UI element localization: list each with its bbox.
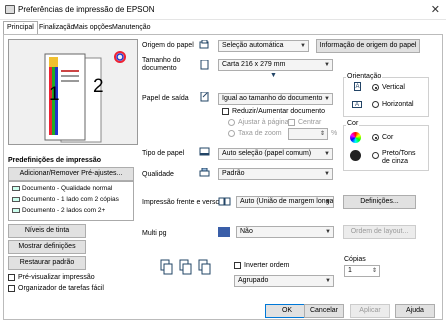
duplex-settings-button[interactable]: Definições... — [343, 195, 416, 209]
zoom-ratio-label: Taxa de zoom — [238, 130, 282, 137]
grayscale-icon — [350, 150, 361, 161]
quality-label: Qualidade — [142, 171, 174, 178]
apply-button[interactable]: Aplicar — [350, 304, 390, 318]
add-remove-presets-button[interactable]: Adicionar/Remover Pré-ajustes... — [8, 167, 134, 181]
document-size-label-line1: Tamanho do — [142, 57, 181, 64]
paper-source-select[interactable]: Seleção automática ▼ — [218, 40, 309, 52]
multipage-icon — [218, 227, 230, 237]
grayscale-label-line2: de cinza — [382, 158, 409, 165]
copies-stepper[interactable]: 1 ⇕ — [344, 265, 380, 277]
duplex-label: Impressão frente e verso — [142, 199, 220, 206]
list-item[interactable]: Documento - 1 lado com 2 cópias — [12, 196, 119, 203]
preview-graphic — [44, 51, 126, 143]
quality-select[interactable]: Padrão ▼ — [218, 168, 333, 180]
portrait-radio[interactable] — [372, 84, 379, 91]
collate-pages-icon — [160, 258, 216, 284]
preview-page-1: 1 — [49, 84, 60, 105]
layout-order-button[interactable]: Ordem de layout... — [343, 225, 416, 239]
list-item[interactable]: Documento - 2 lados com 2+ — [12, 207, 105, 214]
chevron-down-icon: ▼ — [300, 43, 306, 49]
zoom-unit: % — [331, 130, 338, 137]
center-label: Centrar — [298, 119, 322, 126]
chevron-down-icon: ▼ — [325, 278, 331, 284]
close-icon[interactable]: ✕ — [431, 3, 440, 16]
paper-source-label: Origem do papel — [142, 42, 194, 49]
paper-source-info-button[interactable]: Informação de origem do papel — [316, 39, 420, 53]
document-icon — [12, 207, 20, 213]
reverse-order-label: Inverter ordem — [244, 262, 290, 269]
document-size-label-line2: documento — [142, 65, 177, 72]
document-icon — [12, 196, 20, 202]
tab-principal[interactable]: Principal — [3, 21, 38, 34]
multipage-label: Multi pg — [142, 230, 167, 237]
document-size-select[interactable]: Carta 216 x 279 mm ▼ — [218, 59, 333, 71]
spinner-icon: ⇕ — [371, 268, 377, 274]
center-checkbox[interactable] — [288, 119, 295, 126]
tab-bar: Principal Finalização Mais opções Manute… — [0, 21, 446, 34]
presets-list[interactable]: Documento - Qualidade normal Documento -… — [8, 181, 134, 221]
print-preview: 1 2 — [8, 39, 138, 145]
paper-type-icon — [199, 147, 211, 157]
orientation-title: Orientação — [346, 73, 383, 80]
help-button[interactable]: Ajuda — [395, 304, 435, 318]
fit-to-page-radio[interactable] — [228, 119, 235, 126]
spinner-icon: ⇕ — [319, 131, 325, 137]
portrait-label: Vertical — [382, 84, 405, 91]
presets-title: Predefinições de impressão — [8, 157, 101, 164]
restore-defaults-button[interactable]: Restaurar padrão — [8, 256, 86, 270]
color-title: Cor — [346, 120, 360, 127]
window-title: Preferências de impressão de EPSON — [18, 5, 155, 14]
show-settings-button[interactable]: Mostrar definições — [8, 240, 86, 254]
document-icon — [12, 185, 20, 191]
list-item[interactable]: Documento - Qualidade normal — [12, 185, 112, 192]
preview-label: Pré-visualizar impressão — [18, 274, 95, 281]
document-size-icon — [199, 59, 211, 70]
reduce-enlarge-checkbox[interactable] — [222, 108, 229, 115]
color-label: Cor — [382, 134, 394, 141]
chevron-down-icon: ▼ — [324, 171, 330, 177]
ok-button[interactable]: OK — [265, 304, 309, 318]
chevron-down-icon: ▼ — [324, 62, 330, 68]
multipage-select[interactable]: Não ▼ — [236, 226, 334, 238]
preview-page-2: 2 — [93, 76, 104, 97]
chevron-down-icon: ▼ — [324, 151, 330, 157]
job-organizer-checkbox[interactable] — [8, 285, 15, 292]
color-radio[interactable] — [372, 134, 379, 141]
grayscale-radio[interactable] — [372, 152, 379, 159]
title-bar: Preferências de impressão de EPSON ✕ — [0, 0, 446, 20]
paper-tray-icon — [199, 39, 211, 50]
portrait-icon: A — [354, 82, 361, 91]
chevron-down-icon: ▼ — [325, 229, 331, 235]
copies-label: Cópias — [344, 256, 366, 263]
grayscale-label-line1: Preto/Tons — [382, 150, 416, 157]
quality-icon — [199, 167, 211, 178]
output-paper-icon — [199, 91, 211, 102]
landscape-radio[interactable] — [372, 101, 379, 108]
duplex-icon — [218, 197, 232, 207]
chevron-down-icon: ▼ — [324, 96, 330, 102]
duplex-select[interactable]: Auto (União de margem longa ▼ — [236, 196, 334, 208]
tab-manutencao[interactable]: Manutenção — [108, 21, 155, 34]
output-paper-label: Papel de saída — [142, 95, 189, 102]
reduce-enlarge-label: Reduzir/Aumentar documento — [232, 108, 325, 115]
paper-type-label: Tipo de papel — [142, 150, 185, 157]
paper-type-select[interactable]: Auto seleção (papel comum) ▼ — [218, 148, 333, 160]
arrow-down-icon: ▼ — [270, 72, 277, 79]
printer-icon — [5, 5, 15, 14]
job-organizer-label: Organizador de tarefas fácil — [18, 285, 104, 292]
zoom-ratio-radio[interactable] — [228, 130, 235, 137]
landscape-icon: A — [352, 101, 362, 108]
output-paper-select[interactable]: Igual ao tamanho do documento ▼ — [218, 93, 333, 105]
landscape-label: Horizontal — [382, 101, 414, 108]
chevron-down-icon: ▼ — [325, 199, 331, 205]
zoom-ratio-stepper[interactable]: ⇕ — [288, 128, 328, 140]
cancel-button[interactable]: Cancelar — [304, 304, 344, 318]
collate-select[interactable]: Agrupado ▼ — [234, 275, 334, 287]
reverse-order-checkbox[interactable] — [234, 262, 241, 269]
ink-levels-button[interactable]: Níveis de tinta — [8, 224, 86, 238]
preview-checkbox[interactable] — [8, 274, 15, 281]
fit-to-page-label: Ajustar à página — [238, 119, 289, 126]
color-icon — [350, 132, 361, 143]
